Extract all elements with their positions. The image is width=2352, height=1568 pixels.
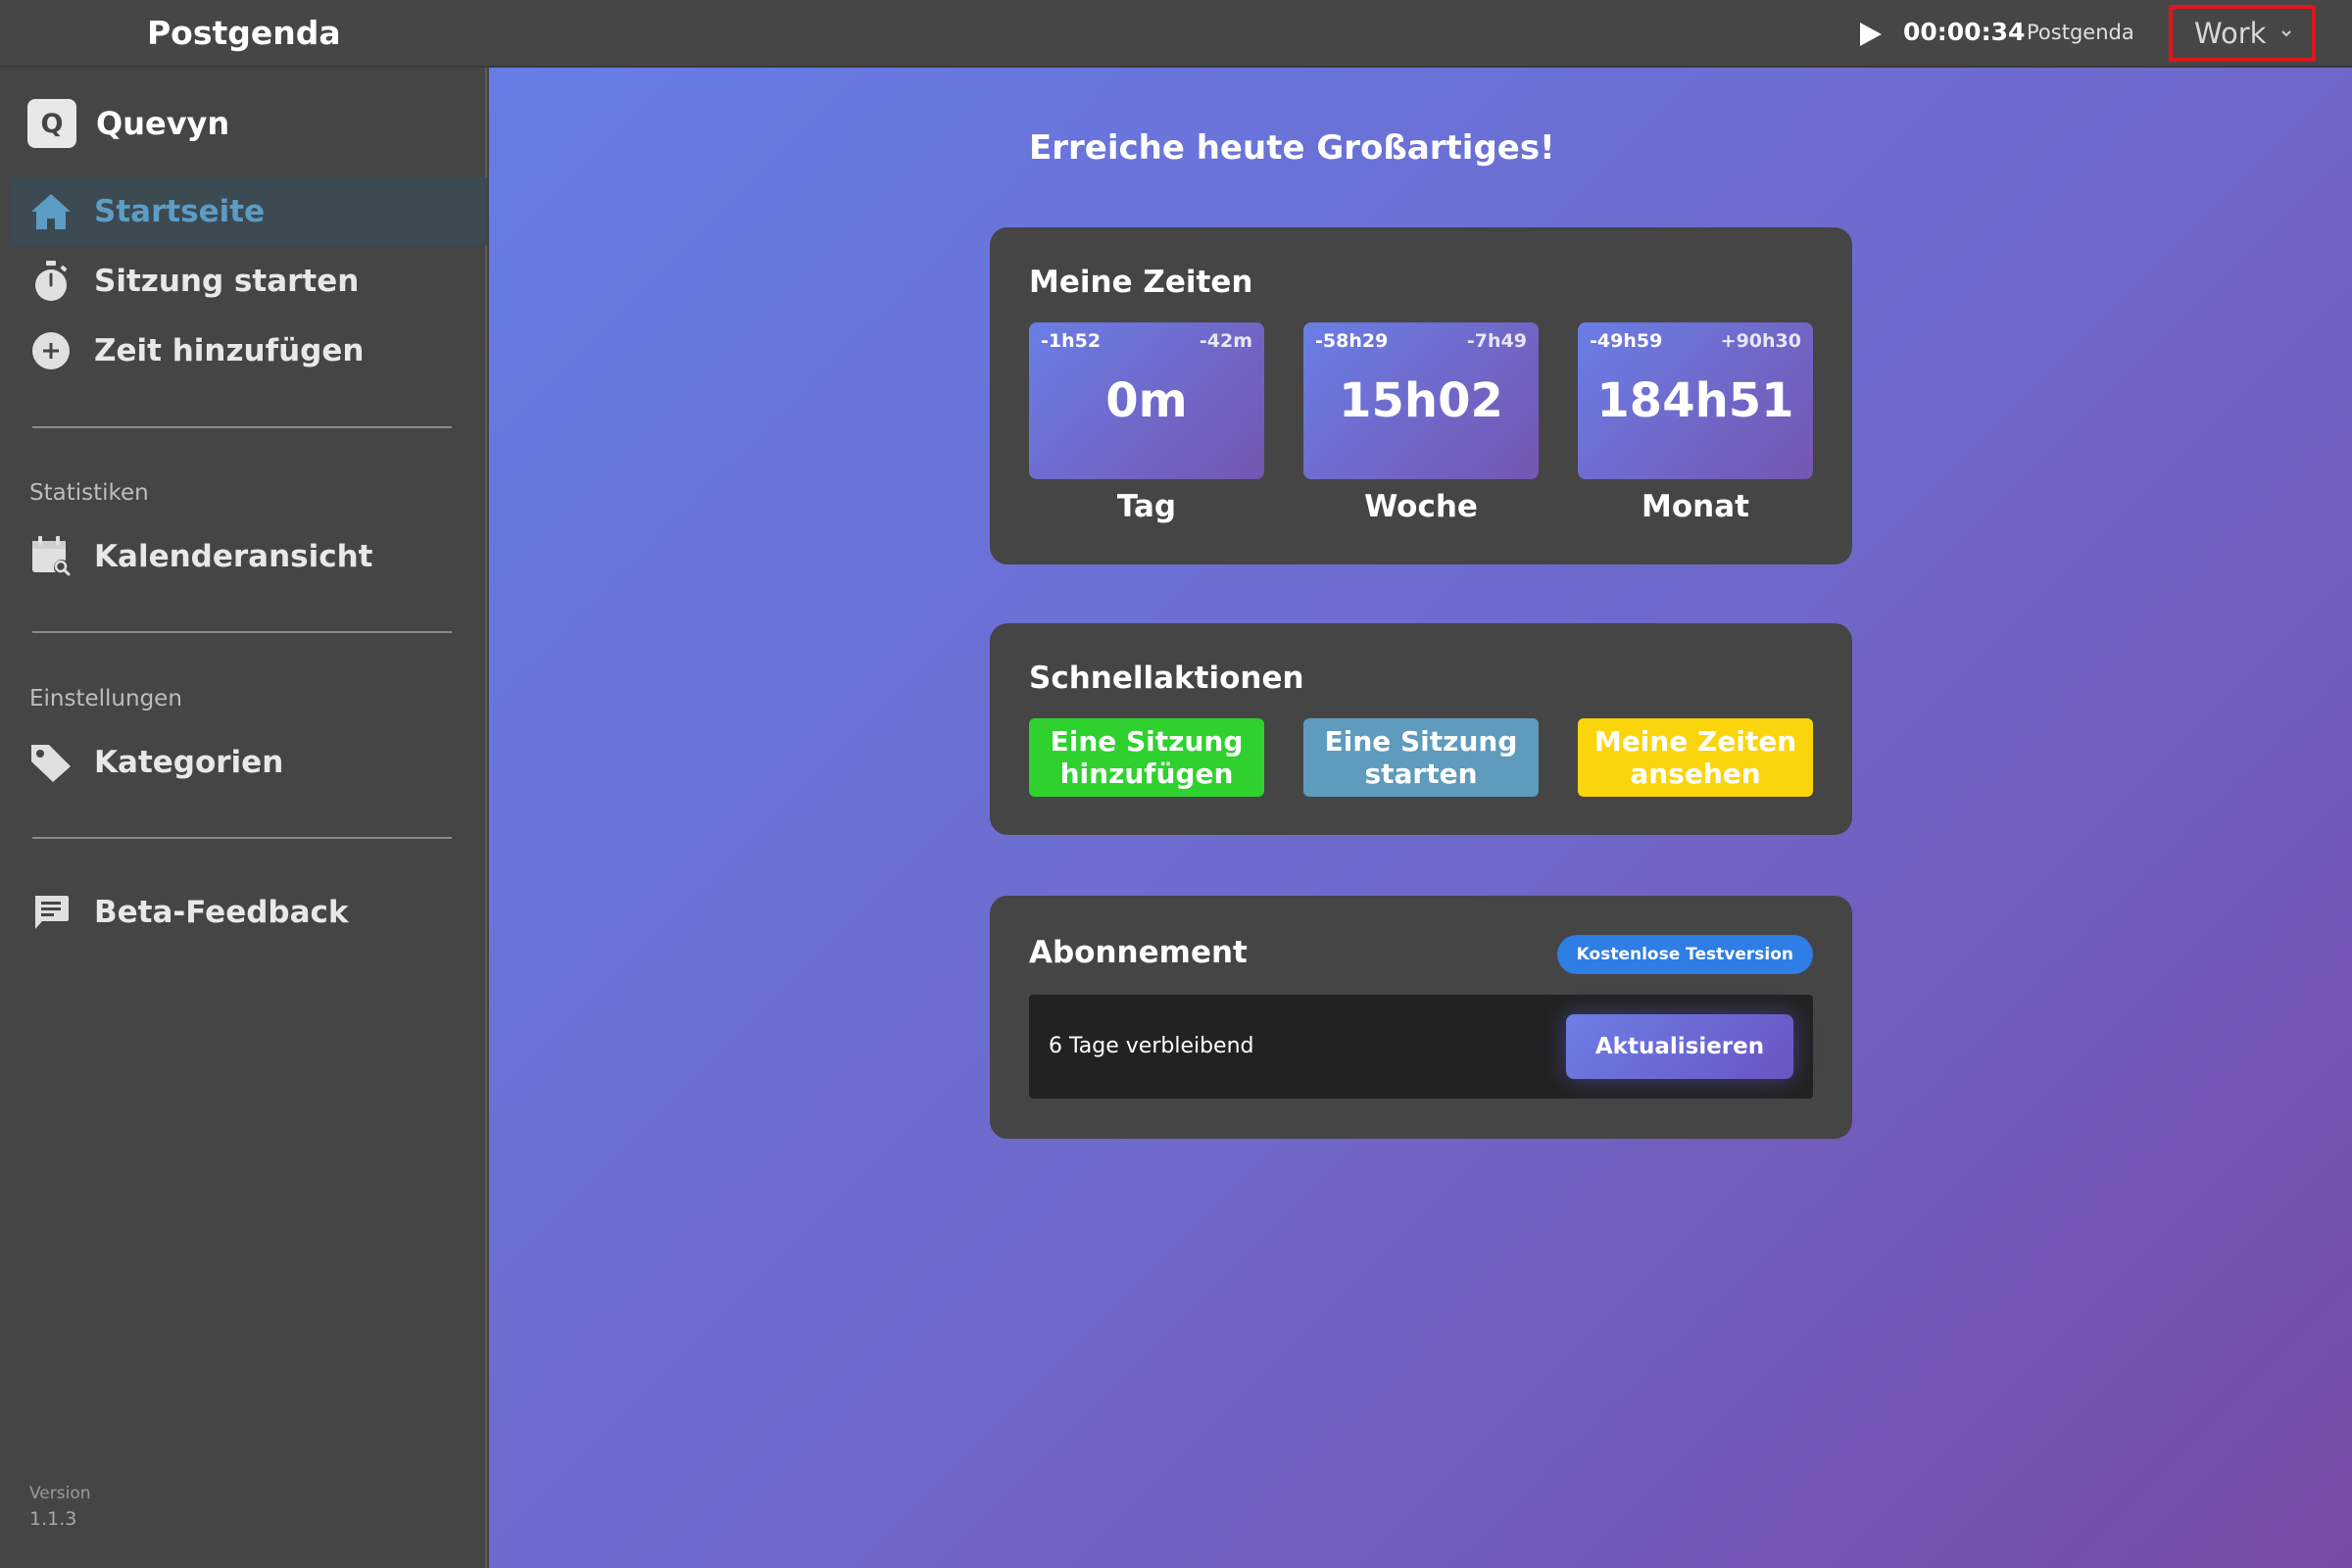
workspace-logo: Q: [27, 99, 76, 148]
stat-diff-right: +90h30: [1720, 330, 1801, 352]
stat-box: -49h59 +90h30 184h51: [1578, 322, 1813, 479]
sidebar: Q Quevyn Startseite Sitzung starten Zeit…: [0, 68, 487, 1568]
quick-actions-card: Schnellaktionen Eine Sitzung hinzufügen …: [990, 623, 1852, 835]
sidebar-item-label: Kategorien: [94, 745, 284, 780]
stat-value: 0m: [1105, 373, 1188, 428]
times-card: Meine Zeiten -1h52 -42m 0m Tag -58h29 -7…: [990, 227, 1852, 564]
start-session-button[interactable]: Eine Sitzung starten: [1303, 718, 1539, 797]
sidebar-item-zeit-hinzufuegen[interactable]: Zeit hinzufügen: [10, 317, 487, 385]
feedback-icon: [29, 891, 73, 934]
stat-box: -1h52 -42m 0m: [1029, 322, 1264, 479]
sidebar-item-label: Sitzung starten: [94, 264, 360, 299]
version-label: Version: [29, 1484, 91, 1503]
stat-diff-left: -1h52: [1041, 330, 1102, 352]
stat-week[interactable]: -58h29 -7h49 15h02 Woche: [1303, 322, 1539, 524]
app-title: Postgenda: [147, 14, 341, 52]
sidebar-item-label: Kalenderansicht: [94, 539, 373, 574]
stat-month[interactable]: -49h59 +90h30 184h51 Monat: [1578, 322, 1813, 524]
stat-day[interactable]: -1h52 -42m 0m Tag: [1029, 322, 1264, 524]
sidebar-divider: [32, 837, 452, 839]
stat-diff-left: -49h59: [1590, 330, 1663, 352]
stat-value: 184h51: [1596, 373, 1794, 428]
subscription-title: Abonnement: [1029, 935, 1248, 970]
workspace-brand[interactable]: Q Quevyn: [27, 99, 229, 148]
sidebar-item-label: Zeit hinzufügen: [94, 333, 365, 368]
sidebar-item-label: Beta-Feedback: [94, 895, 349, 930]
category-select-value: Work: [2194, 17, 2267, 50]
sidebar-item-label: Startseite: [94, 194, 266, 229]
top-bar: Postgenda 00:00:34 Postgenda Work: [0, 0, 2352, 68]
sidebar-item-kategorien[interactable]: Kategorien: [10, 728, 487, 797]
times-card-title: Meine Zeiten: [1029, 265, 1253, 300]
days-remaining: 6 Tage verbleibend: [1049, 1034, 1254, 1058]
stopwatch-icon: [29, 260, 73, 303]
sidebar-divider: [32, 631, 452, 633]
chevron-down-icon: [2281, 30, 2292, 37]
page-greeting: Erreiche heute Großartiges!: [1029, 128, 1555, 168]
stat-box: -58h29 -7h49 15h02: [1303, 322, 1539, 479]
stat-diff-right: -42m: [1199, 330, 1252, 352]
version-number: 1.1.3: [29, 1508, 77, 1530]
subscription-status-box: 6 Tage verbleibend Aktualisieren: [1029, 995, 1813, 1099]
upgrade-button[interactable]: Aktualisieren: [1566, 1014, 1793, 1079]
stat-value: 15h02: [1339, 373, 1503, 428]
stat-diff-left: -58h29: [1315, 330, 1389, 352]
add-session-button[interactable]: Eine Sitzung hinzufügen: [1029, 718, 1264, 797]
main-content: Erreiche heute Großartiges! Meine Zeiten…: [489, 68, 2352, 1568]
quick-actions-title: Schnellaktionen: [1029, 661, 1304, 696]
plus-circle-icon: [29, 329, 73, 372]
sidebar-divider: [32, 426, 452, 428]
calendar-search-icon: [29, 535, 73, 578]
status-badge: Kostenlose Testversion: [1556, 935, 1813, 974]
section-label-einstellungen: Einstellungen: [29, 686, 182, 711]
section-label-statistiken: Statistiken: [29, 480, 149, 506]
sidebar-item-sitzung-starten[interactable]: Sitzung starten: [10, 247, 487, 316]
stat-label: Woche: [1364, 489, 1478, 524]
category-select[interactable]: Work: [2169, 5, 2316, 62]
app-version: Version 1.1.3: [29, 1481, 91, 1532]
session-timer: 00:00:34: [1903, 18, 2026, 46]
sidebar-item-beta-feedback[interactable]: Beta-Feedback: [10, 878, 487, 947]
play-icon[interactable]: [1858, 21, 1884, 48]
stat-label: Tag: [1116, 489, 1177, 524]
stat-label: Monat: [1642, 489, 1749, 524]
current-project: Postgenda: [2027, 21, 2134, 44]
home-icon: [29, 190, 73, 233]
workspace-name: Quevyn: [96, 105, 230, 142]
view-times-button[interactable]: Meine Zeiten ansehen: [1578, 718, 1813, 797]
tag-icon: [29, 741, 73, 784]
stat-diff-right: -7h49: [1466, 330, 1527, 352]
sidebar-item-kalenderansicht[interactable]: Kalenderansicht: [10, 522, 487, 591]
subscription-card: Abonnement Kostenlose Testversion 6 Tage…: [990, 896, 1852, 1139]
sidebar-item-startseite[interactable]: Startseite: [10, 177, 487, 246]
